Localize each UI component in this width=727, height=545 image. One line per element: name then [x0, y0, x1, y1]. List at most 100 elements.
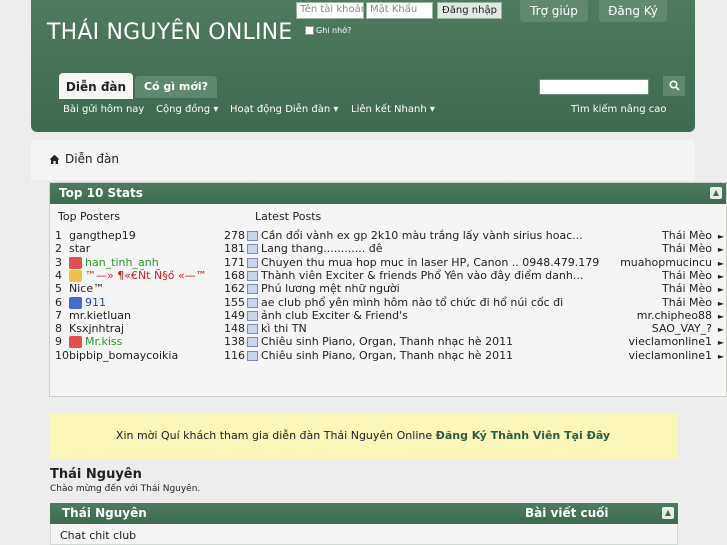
- post-title-link[interactable]: Phú lương mệt nhữ người: [261, 282, 400, 295]
- poster-name-text: 911: [85, 295, 106, 309]
- poster-name[interactable]: Ksxjnhtraj: [69, 322, 124, 335]
- poster-rank: 10: [55, 348, 69, 362]
- stats-header: Top 10 Stats ▲: [50, 183, 726, 204]
- poster-rank: 4: [55, 268, 62, 282]
- category-subtitle: Chào mừng đến với Thái Nguyên.: [50, 484, 201, 494]
- arrow-right-icon[interactable]: ►: [718, 323, 724, 336]
- post-title-link[interactable]: Chiêu sinh Piano, Organ, Thanh nhạc hè 2…: [261, 335, 513, 348]
- top-poster-row: 10 bipbip_bomaycoikia 116: [55, 349, 245, 362]
- poster-rank: 7: [55, 308, 62, 322]
- post-title-link[interactable]: Cần đổi vành ex gp 2k10 màu trắng lấy và…: [261, 229, 583, 242]
- poster-count: 148: [224, 322, 245, 336]
- collapse-icon[interactable]: ▲: [710, 187, 722, 199]
- arrow-right-icon[interactable]: ►: [718, 336, 724, 349]
- post-author-link[interactable]: Thái Mèo: [662, 296, 712, 309]
- post-title-link[interactable]: ảnh club Exciter & Friend's: [261, 309, 408, 322]
- notice-text: Xin mời Quí khách tham gia diễn đàn Thái…: [115, 429, 433, 442]
- top-poster-row: 4 ™—» ¶«€Ñt Ñ§ő «—™ 168: [55, 269, 245, 282]
- arrow-right-icon[interactable]: ►: [718, 243, 724, 256]
- poster-name-text: gangthep19: [69, 229, 136, 242]
- site-title[interactable]: THÁI NGUYÊN ONLINE: [47, 20, 292, 45]
- tab-forum[interactable]: Diễn đàn: [59, 73, 133, 99]
- breadcrumb-home[interactable]: Diễn đàn: [49, 152, 119, 166]
- poster-name[interactable]: star: [69, 242, 90, 255]
- poster-name-text: mr.kietluan: [69, 308, 131, 322]
- post-author-link[interactable]: Thái Mèo: [662, 229, 712, 242]
- top-poster-row: 2 star 181: [55, 242, 245, 255]
- poster-name[interactable]: Mr.kiss: [69, 335, 122, 349]
- poster-count: 162: [224, 282, 245, 296]
- post-author-link[interactable]: vieclamonline1: [629, 349, 712, 362]
- poster-name[interactable]: ™—» ¶«€Ñt Ñ§ő «—™: [69, 269, 207, 282]
- site-header: THÁI NGUYÊN ONLINE Tên tài khoản Mật Khẩ…: [31, 0, 695, 132]
- poster-rank: 9: [55, 335, 62, 349]
- register-notice: Xin mời Quí khách tham gia diễn đàn Thái…: [49, 413, 677, 459]
- arrow-right-icon[interactable]: ►: [718, 350, 724, 363]
- post-author-link[interactable]: muahopmucincu: [620, 256, 712, 269]
- subnav-forum-activity[interactable]: Hoạt động Diễn đàn ▾: [230, 104, 338, 115]
- forum-title[interactable]: Chat chit club: [60, 529, 136, 542]
- arrow-right-icon[interactable]: ►: [718, 310, 724, 323]
- poster-count: 116: [224, 348, 245, 362]
- post-title-link[interactable]: ae club phổ yên mình hôm nào tổ chức đi …: [261, 296, 563, 309]
- category-title[interactable]: Thái Nguyên: [50, 467, 142, 482]
- latest-post-row: ae club phổ yên mình hôm nào tổ chức đi …: [247, 296, 726, 309]
- latest-post-row: ảnh club Exciter & Friend's mr.chipheo88 ►: [247, 309, 726, 322]
- user-rank-icon: [69, 269, 82, 282]
- post-author-link[interactable]: vieclamonline1: [629, 335, 712, 348]
- post-author-link[interactable]: Thái Mèo: [662, 282, 712, 295]
- advanced-search-link[interactable]: Tìm kiếm nâng cao: [571, 104, 667, 115]
- poster-name[interactable]: mr.kietluan: [69, 309, 131, 322]
- post-title-link[interactable]: Thành viên Exciter & friends Phổ Yên vào…: [261, 269, 583, 282]
- login-button[interactable]: Đăng nhập: [437, 2, 502, 19]
- remember-label: Ghi nhớ?: [316, 26, 352, 35]
- arrow-right-icon[interactable]: ►: [718, 283, 724, 296]
- poster-count: 171: [224, 255, 245, 269]
- poster-rank: 3: [55, 255, 62, 269]
- arrow-right-icon[interactable]: ►: [718, 257, 724, 270]
- username-field[interactable]: Tên tài khoản: [296, 2, 364, 19]
- help-button[interactable]: Trợ giúp: [520, 0, 588, 22]
- top-poster-row: 9 Mr.kiss 138: [55, 335, 245, 349]
- poster-name-text: Ksxjnhtraj: [69, 322, 125, 336]
- arrow-right-icon[interactable]: ►: [718, 270, 724, 283]
- poster-name[interactable]: han_tinh_anh: [69, 256, 159, 269]
- search-input[interactable]: [539, 79, 649, 95]
- remember-me[interactable]: Ghi nhớ?: [305, 26, 351, 35]
- password-field[interactable]: Mật Khẩu: [366, 2, 433, 19]
- tab-whats-new[interactable]: Có gì mới?: [135, 76, 217, 98]
- search-icon: [668, 80, 680, 91]
- latest-post-row: Lang thang............ đê Thái Mèo ►: [247, 242, 726, 255]
- post-author-link[interactable]: Thái Mèo: [662, 269, 712, 282]
- poster-name[interactable]: 911: [69, 296, 106, 309]
- top-poster-row: 5 Nice™ 162: [55, 282, 245, 295]
- register-button[interactable]: Đăng Ký: [599, 0, 667, 22]
- forum-row[interactable]: Chat chit club: [50, 524, 678, 545]
- register-link[interactable]: Đăng Ký Thành Viên Tại Đây: [436, 429, 610, 442]
- subnav-today-posts[interactable]: Bài gửi hôm nay: [63, 104, 144, 115]
- poster-name[interactable]: Nice™: [69, 282, 104, 295]
- search-button[interactable]: [663, 76, 685, 96]
- post-title-link[interactable]: Chiêu sinh Piano, Organ, Thanh nhạc hè 2…: [261, 349, 513, 362]
- post-title-link[interactable]: kì thi TN: [261, 322, 307, 335]
- forum-table-header: Thái Nguyên Bài viết cuối ▲: [50, 503, 678, 524]
- poster-rank: 6: [55, 295, 62, 309]
- collapse-icon[interactable]: ▲: [662, 507, 674, 519]
- subnav-community[interactable]: Cộng đồng ▾: [156, 104, 218, 115]
- poster-name[interactable]: gangthep19: [69, 229, 136, 242]
- post-author-link[interactable]: mr.chipheo88: [637, 309, 712, 322]
- post-author-link[interactable]: SAO_VAY_?: [652, 322, 712, 335]
- dropdown-arrow-icon: ▾: [429, 104, 435, 115]
- poster-count: 181: [224, 242, 245, 256]
- arrow-right-icon[interactable]: ►: [718, 230, 724, 243]
- remember-checkbox[interactable]: [305, 26, 314, 35]
- post-icon: [247, 310, 258, 321]
- post-title-link[interactable]: Lang thang............ đê: [261, 242, 383, 255]
- post-author-link[interactable]: Thái Mèo: [662, 242, 712, 255]
- user-rank-icon: [69, 336, 82, 349]
- poster-name[interactable]: bipbip_bomaycoikia: [69, 349, 178, 362]
- subnav-quick-links[interactable]: Liên kết Nhanh ▾: [351, 104, 435, 115]
- arrow-right-icon[interactable]: ►: [718, 297, 724, 310]
- top-posters-header: Top Posters: [58, 210, 121, 223]
- post-title-link[interactable]: Chuyen thu mua hop muc in laser HP, Cano…: [261, 256, 599, 269]
